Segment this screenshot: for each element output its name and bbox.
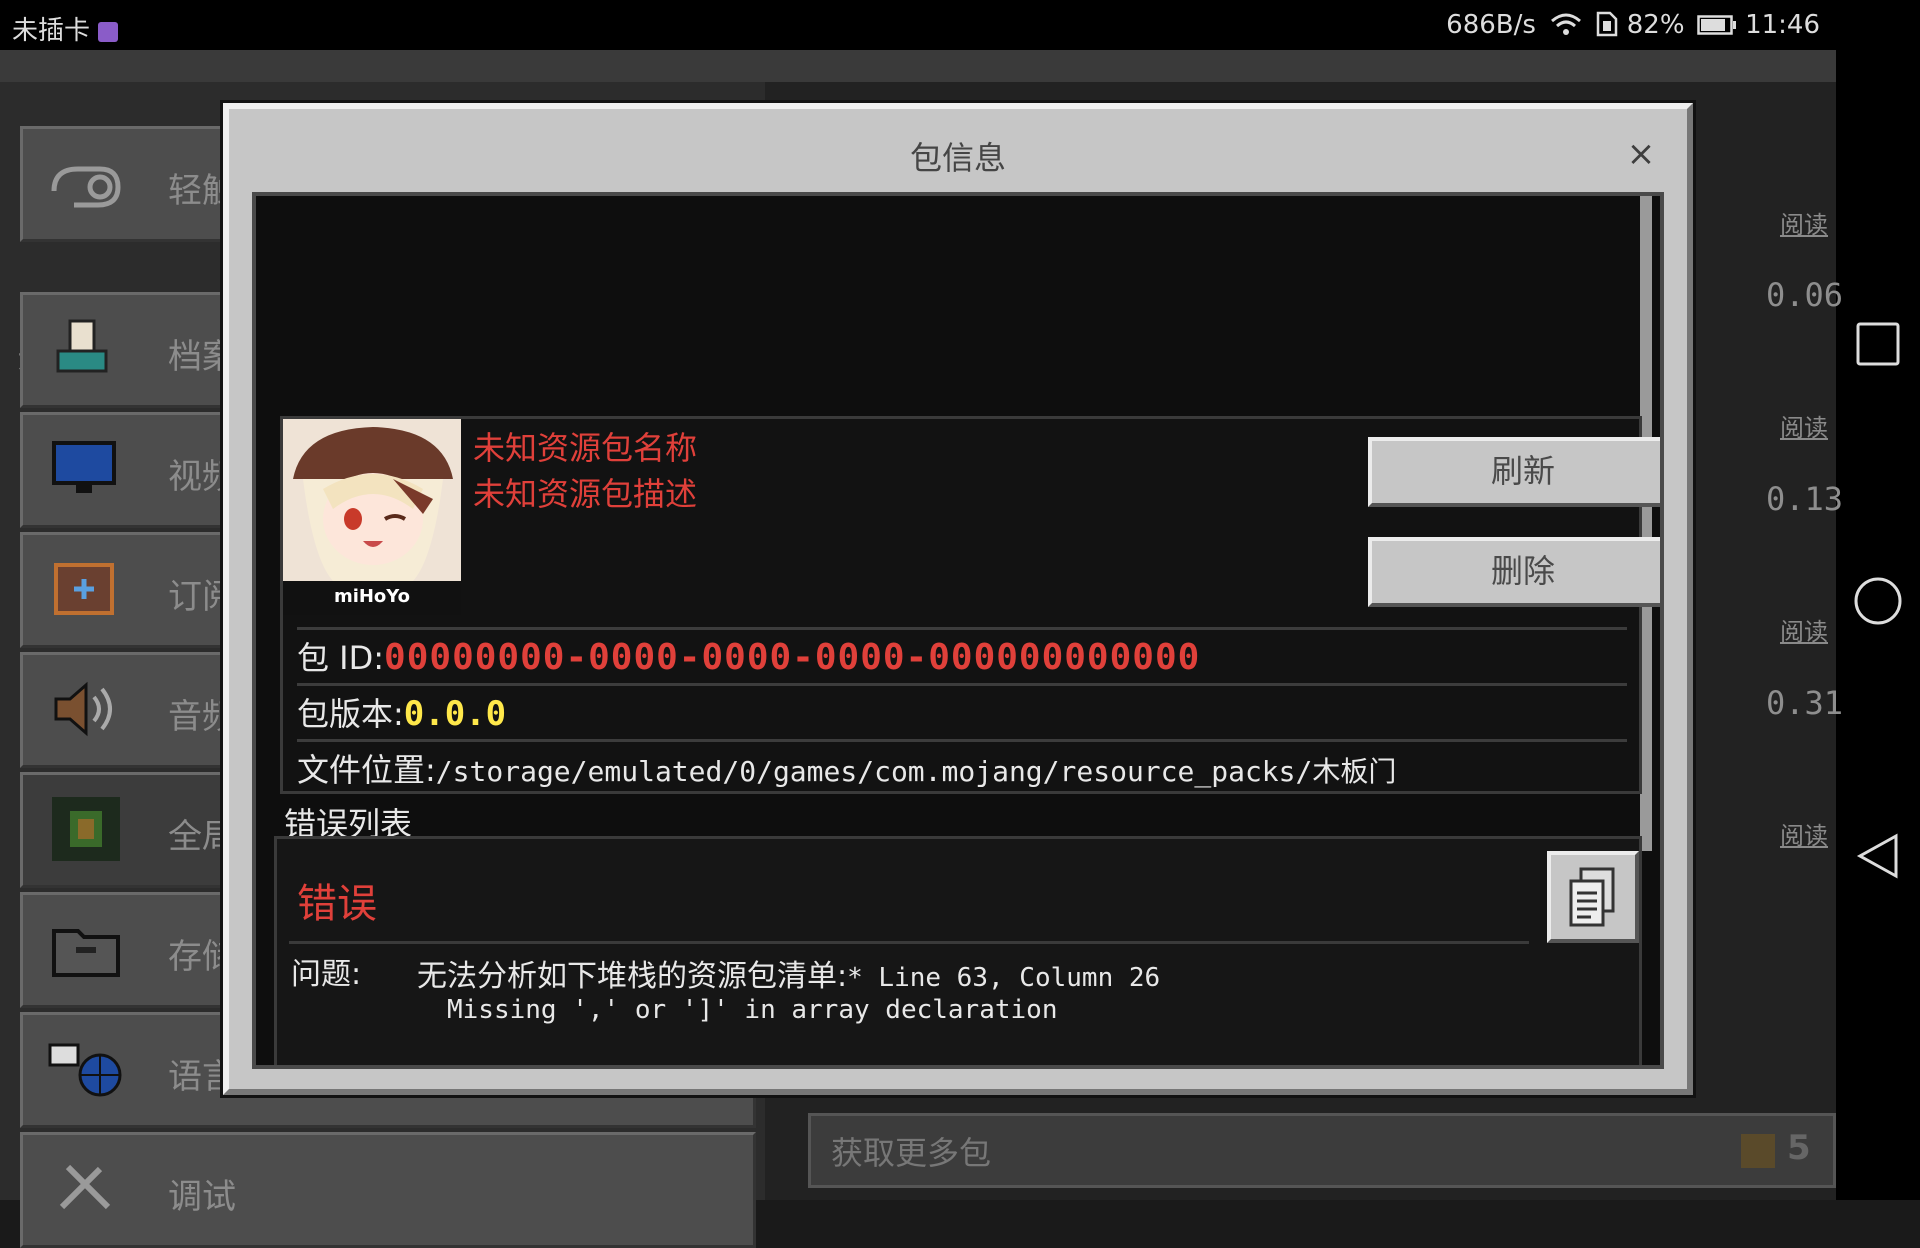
folder-icon: [52, 929, 120, 977]
close-icon[interactable]: ×: [1623, 137, 1659, 173]
pack-version-row: 包版本:0.0.0: [297, 689, 506, 735]
separator: [289, 941, 1529, 944]
pack-icon: miHoYo: [283, 419, 461, 615]
read-more-link[interactable]: 阅读: [1780, 408, 1828, 443]
clock: 11:46: [1745, 10, 1820, 40]
pack-version-value: 0.0.0: [403, 694, 507, 734]
avatar-brand: miHoYo: [283, 581, 461, 615]
speaker-icon: [54, 681, 112, 737]
wifi-icon: [1551, 13, 1582, 35]
pack-description: 未知资源包描述: [473, 475, 698, 513]
pack-id-row: 包 ID:00000000-0000-0000-0000-00000000000…: [297, 633, 1200, 679]
status-right: 686B/s 82% 11:46: [1446, 10, 1820, 40]
read-more-link[interactable]: 阅读: [1780, 612, 1828, 647]
pack-size: 0.06: [1766, 276, 1844, 314]
clipboard-icon: [1569, 867, 1615, 927]
delete-button[interactable]: 删除: [1368, 537, 1660, 607]
pack-version-label: 包版本:: [297, 695, 404, 733]
settings-item-label: 调试: [168, 1177, 236, 1217]
background-header: [0, 50, 1836, 82]
issue-message-text: 无法分析如下堆栈的资源包清单:: [417, 959, 848, 994]
language-globe-icon: [48, 1043, 122, 1097]
pack-id-label: 包 ID:: [297, 639, 385, 677]
error-type: 错误: [297, 881, 377, 927]
pack-info-panel: miHoYo 未知资源包名称 未知资源包描述 刷新 删除 包 ID:000000…: [252, 192, 1664, 1069]
android-nav-bar: [1836, 0, 1920, 1200]
hand-icon: [51, 166, 121, 208]
settings-item-debug[interactable]: 调试: [20, 1132, 756, 1248]
home-icon[interactable]: [1852, 575, 1904, 627]
issue-message: 无法分析如下堆栈的资源包清单:* Line 63, Column 26: [417, 951, 1160, 995]
get-more-label: 获取更多包: [831, 1134, 992, 1172]
no-sim-icon: [1597, 11, 1618, 37]
issue-message-detail: Missing ',' or ']' in array declaration: [447, 995, 1058, 1025]
get-more-packs-button[interactable]: 获取更多包 5: [808, 1113, 1836, 1188]
wrench-icon: [59, 1164, 111, 1210]
read-more-link[interactable]: 阅读: [1780, 816, 1828, 851]
pack-size: 0.13: [1766, 480, 1844, 518]
separator: [297, 739, 1627, 742]
dialog-title: 包信息: [909, 139, 1006, 177]
status-left: 未插卡: [12, 10, 119, 47]
pack-details: miHoYo 未知资源包名称 未知资源包描述 刷新 删除 包 ID:000000…: [280, 416, 1660, 794]
file-location-value: /storage/emulated/0/games/com.mojang/res…: [435, 755, 1397, 788]
issue-label: 问题:: [291, 957, 362, 992]
separator: [297, 627, 1627, 630]
profile-icon: [56, 319, 108, 373]
refresh-button[interactable]: 刷新: [1368, 437, 1660, 507]
error-entry: 错误 问题: 无法分析如下堆栈的资源包清单:* Line 63, Column …: [274, 836, 1642, 1065]
separator: [297, 683, 1627, 686]
battery-percent: 82%: [1626, 10, 1685, 40]
status-bar: 未插卡 686B/s 82% 11:46: [0, 0, 1836, 50]
get-more-count: 5: [1787, 1128, 1811, 1168]
gallery-notification-icon: [98, 22, 119, 42]
issue-message-location: * Line 63, Column 26: [847, 963, 1161, 993]
pack-id-value: 00000000-0000-0000-0000-000000000000: [384, 637, 1201, 678]
read-more-link[interactable]: 阅读: [1780, 205, 1828, 240]
battery-icon: [1697, 15, 1736, 35]
copy-button[interactable]: [1547, 851, 1639, 943]
pack-info-dialog: 包信息 × miHoYo 未知资源包名称 未知资源包描述 刷新 删除 包 ID:…: [223, 103, 1693, 1095]
calendar-icon: [54, 563, 114, 615]
network-speed: 686B/s: [1446, 10, 1536, 40]
recents-icon[interactable]: [1854, 320, 1902, 368]
character-art-icon: [283, 419, 461, 581]
carrier-text: 未插卡: [12, 16, 91, 46]
pack-name: 未知资源包名称: [473, 429, 698, 467]
file-location-label: 文件位置:: [297, 751, 436, 789]
back-icon[interactable]: [1852, 830, 1904, 882]
grass-block-icon: [1741, 1134, 1775, 1168]
pack-size: 0.31: [1766, 684, 1844, 722]
global-resources-icon: [52, 797, 120, 861]
monitor-icon: [52, 441, 116, 493]
file-location-row: 文件位置:/storage/emulated/0/games/com.mojan…: [297, 745, 1396, 791]
